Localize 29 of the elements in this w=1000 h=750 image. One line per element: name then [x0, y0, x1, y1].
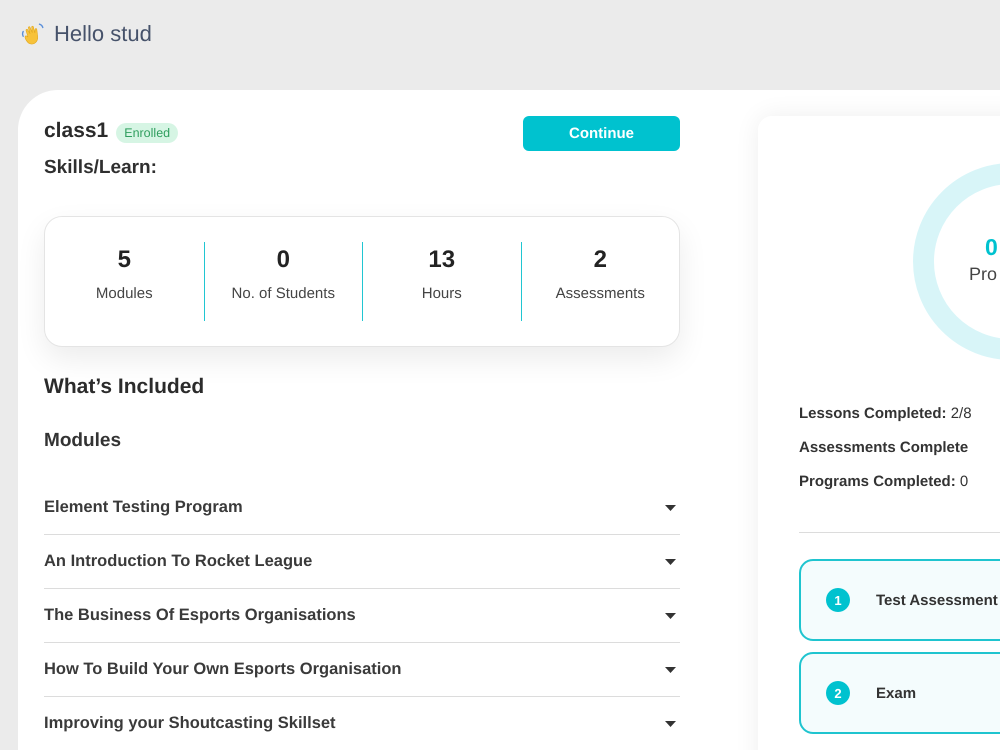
stat-label: No. of Students	[232, 284, 335, 304]
stat-value: 13	[428, 246, 456, 274]
step-number: 1	[826, 588, 850, 612]
skills-label: Skills/Learn:	[44, 156, 157, 180]
greeting-text: Hello stud	[54, 22, 152, 46]
module-row[interactable]: How To Build Your Own Esports Organisation	[44, 643, 680, 697]
module-row[interactable]: Improving your Shoutcasting Skillset	[44, 697, 680, 750]
stat-value: 0	[276, 246, 290, 274]
completion-stat: Programs Completed: 0	[799, 472, 970, 492]
assessment-card[interactable]: 1 Test Assessment	[799, 559, 1000, 641]
section-heading: What’s Included	[44, 374, 204, 400]
stat-value: 2	[594, 246, 607, 274]
module-row[interactable]: An Introduction To Rocket League	[44, 535, 680, 589]
module-row[interactable]: Element Testing Program	[44, 481, 680, 535]
module-row[interactable]: The Business Of Esports Organisations	[44, 589, 680, 643]
completion-stat: Lessons Completed: 2/8	[799, 404, 973, 424]
stat-label: Hours	[422, 284, 462, 304]
completion-stat: Assessments Complete	[799, 438, 970, 458]
modules-heading: Modules	[44, 429, 122, 453]
status-badge: Enrolled	[116, 122, 178, 142]
course-title: class1	[44, 118, 108, 144]
assessment-card[interactable]: 2 Exam	[799, 652, 1000, 734]
stat-label: Assessments	[556, 284, 645, 304]
stat-value: 5	[118, 246, 131, 274]
progress-label: Pro	[969, 263, 998, 286]
progress-value: 0	[985, 233, 998, 261]
step-number: 2	[826, 681, 850, 705]
stat-label: Modules	[96, 284, 153, 304]
waving-hand-icon	[21, 22, 45, 46]
